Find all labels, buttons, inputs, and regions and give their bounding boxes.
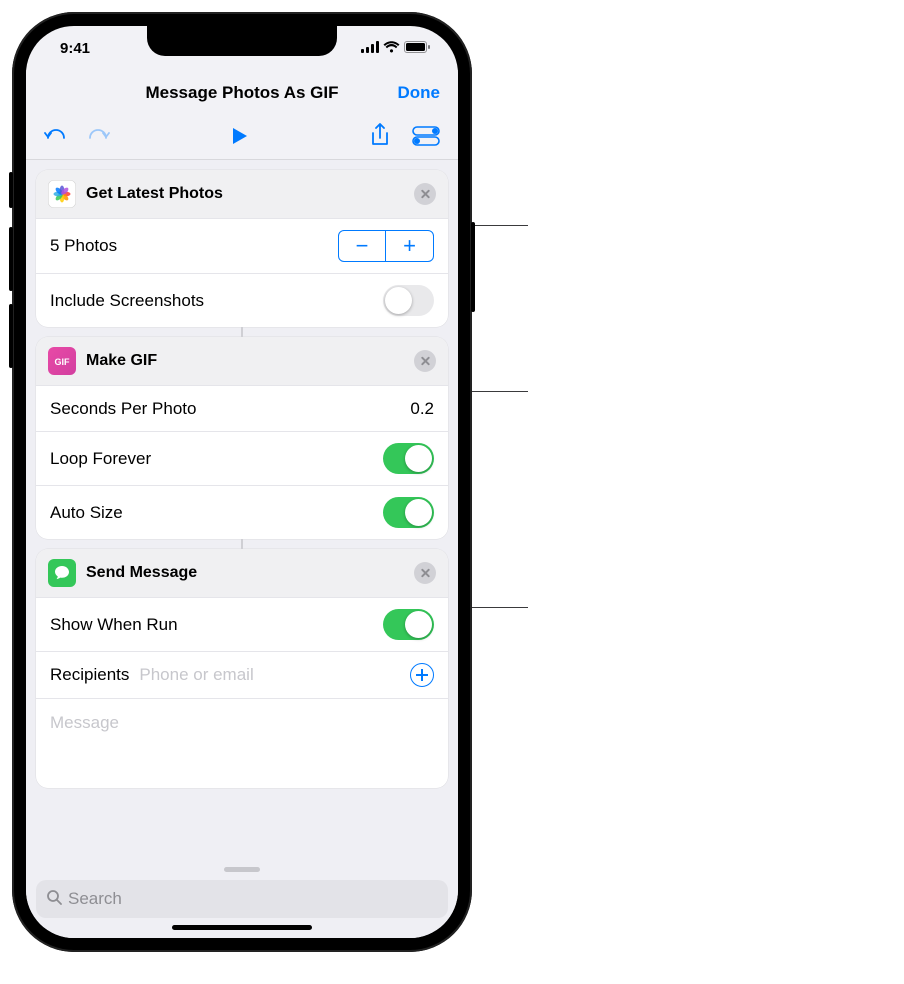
photo-count-label: 5 Photos: [50, 236, 117, 256]
messages-app-icon: [48, 559, 76, 587]
photos-app-icon: [48, 180, 76, 208]
loop-forever-row: Loop Forever: [36, 431, 448, 485]
share-button[interactable]: [370, 123, 390, 149]
photo-count-stepper: − +: [338, 230, 434, 262]
action-header[interactable]: Get Latest Photos: [36, 170, 448, 218]
action-title: Make GIF: [86, 352, 157, 370]
editor-toolbar: [26, 116, 458, 160]
show-when-run-row: Show When Run: [36, 597, 448, 651]
home-indicator[interactable]: [172, 925, 312, 930]
nav-bar: Message Photos As GIF Done: [26, 70, 458, 116]
connector: [36, 539, 448, 549]
action-card-make-gif: GIF Make GIF Seconds Per Photo 0.2 Loop …: [36, 337, 448, 539]
cellular-icon: [361, 40, 379, 57]
search-icon: [46, 889, 62, 910]
include-screenshots-switch[interactable]: [383, 285, 434, 316]
stepper-increment[interactable]: +: [386, 231, 433, 261]
silent-switch: [9, 172, 13, 208]
photo-count-row: 5 Photos − +: [36, 218, 448, 273]
recipients-input[interactable]: Phone or email: [139, 665, 400, 685]
search-field[interactable]: Search: [36, 880, 448, 918]
message-body-row[interactable]: Message: [36, 698, 448, 788]
show-when-run-label: Show When Run: [50, 615, 178, 635]
action-header[interactable]: Send Message: [36, 549, 448, 597]
delete-action-button[interactable]: [414, 350, 436, 372]
gif-action-icon: GIF: [48, 347, 76, 375]
status-time: 9:41: [54, 40, 90, 57]
message-placeholder: Message: [50, 713, 119, 733]
include-screenshots-label: Include Screenshots: [50, 291, 204, 311]
shortcut-editor-content[interactable]: Get Latest Photos 5 Photos − + Include S…: [26, 160, 458, 861]
undo-button[interactable]: [44, 125, 68, 147]
action-card-get-latest-photos: Get Latest Photos 5 Photos − + Include S…: [36, 170, 448, 327]
action-title: Send Message: [86, 564, 197, 582]
notch: [147, 26, 337, 56]
seconds-per-photo-row[interactable]: Seconds Per Photo 0.2: [36, 385, 448, 431]
search-placeholder: Search: [68, 889, 122, 909]
action-card-send-message: Send Message Show When Run Recipients Ph…: [36, 549, 448, 788]
battery-icon: [404, 40, 430, 57]
loop-forever-label: Loop Forever: [50, 449, 151, 469]
action-header[interactable]: GIF Make GIF: [36, 337, 448, 385]
wifi-icon: [383, 40, 400, 57]
delete-action-button[interactable]: [414, 562, 436, 584]
include-screenshots-row: Include Screenshots: [36, 273, 448, 327]
add-recipient-button[interactable]: [410, 663, 434, 687]
action-title: Get Latest Photos: [86, 185, 223, 203]
status-indicators: [361, 40, 430, 57]
recipients-label: Recipients: [50, 665, 129, 685]
phone-frame: 9:41 Message Photos As GIF Done: [12, 12, 472, 952]
drawer-grabber[interactable]: [224, 867, 260, 872]
run-button[interactable]: [231, 126, 249, 146]
svg-text:GIF: GIF: [55, 357, 71, 367]
settings-toggle-button[interactable]: [412, 123, 440, 149]
delete-action-button[interactable]: [414, 183, 436, 205]
page-title: Message Photos As GIF: [145, 83, 338, 103]
phone-screen: 9:41 Message Photos As GIF Done: [26, 26, 458, 938]
done-button[interactable]: Done: [398, 83, 441, 103]
seconds-per-photo-label: Seconds Per Photo: [50, 399, 196, 419]
recipients-row: Recipients Phone or email: [36, 651, 448, 698]
volume-up-button: [9, 227, 13, 291]
show-when-run-switch[interactable]: [383, 609, 434, 640]
seconds-per-photo-value: 0.2: [410, 399, 434, 419]
power-button: [471, 222, 475, 312]
auto-size-row: Auto Size: [36, 485, 448, 539]
stepper-decrement[interactable]: −: [339, 231, 386, 261]
auto-size-label: Auto Size: [50, 503, 123, 523]
volume-down-button: [9, 304, 13, 368]
auto-size-switch[interactable]: [383, 497, 434, 528]
connector: [36, 327, 448, 337]
loop-forever-switch[interactable]: [383, 443, 434, 474]
redo-button[interactable]: [86, 125, 110, 147]
